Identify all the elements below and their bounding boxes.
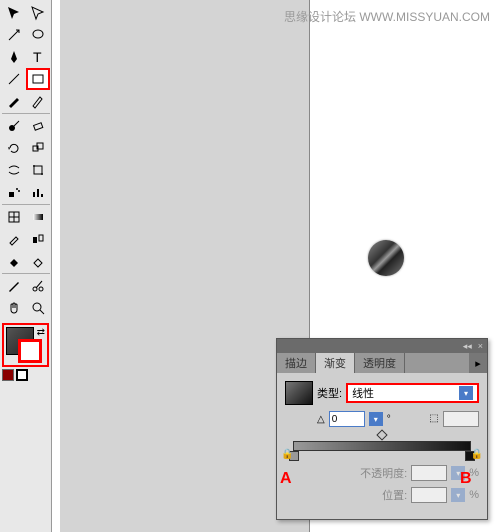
tool-free-transform[interactable]	[26, 159, 50, 181]
tool-pen[interactable]	[2, 46, 26, 68]
tool-rotate[interactable]	[2, 137, 26, 159]
tool-scissors[interactable]	[26, 275, 50, 297]
midpoint-diamond-icon[interactable]	[376, 429, 387, 440]
tool-line[interactable]	[2, 68, 26, 90]
opacity-label: 不透明度:	[285, 465, 407, 481]
tool-selection[interactable]	[2, 2, 26, 24]
gradient-panel: ◂◂ × 描边 渐变 透明度 ▸ 类型: 线性 ▾ △ 0 ▾ ° ⬚	[276, 338, 488, 520]
screw-object[interactable]	[368, 240, 404, 276]
angle-field[interactable]: 0	[329, 411, 365, 427]
tab-transparency[interactable]: 透明度	[355, 353, 405, 373]
angle-icon: △	[317, 414, 325, 425]
panel-tabs: 描边 渐变 透明度 ▸	[277, 353, 487, 373]
stroke-swatch[interactable]	[18, 339, 42, 363]
tool-type[interactable]: T	[26, 46, 50, 68]
tool-gradient[interactable]	[26, 206, 50, 228]
tool-hand[interactable]	[2, 297, 26, 319]
swap-icon[interactable]: ⇄	[37, 327, 45, 338]
tool-live-paint[interactable]	[2, 250, 26, 272]
tool-eraser[interactable]	[26, 115, 50, 137]
lock-right-icon[interactable]: 🔒	[471, 449, 483, 460]
location-field	[411, 487, 447, 503]
color-swatch-area: ⇄	[2, 323, 49, 367]
gradient-preview[interactable]	[285, 381, 313, 405]
degree-suffix: °	[387, 414, 391, 425]
tool-symbol-sprayer[interactable]	[2, 181, 26, 203]
mini-stroke[interactable]	[16, 369, 28, 381]
tool-blend[interactable]	[26, 228, 50, 250]
callout-a: A	[280, 470, 292, 488]
dropdown-icon[interactable]: ▾	[459, 386, 473, 400]
tool-blob[interactable]	[2, 115, 26, 137]
gradient-track[interactable]	[293, 441, 471, 451]
aspect-field	[443, 411, 479, 427]
location-dropdown-icon: ▾	[451, 488, 465, 502]
tab-gradient[interactable]: 渐变	[316, 353, 355, 373]
tool-direct-selection[interactable]	[26, 2, 50, 24]
tool-slice[interactable]	[2, 275, 26, 297]
tool-scale[interactable]	[26, 137, 50, 159]
artboard-grey	[60, 0, 310, 532]
tool-rectangle[interactable]	[26, 68, 50, 90]
angle-dropdown-icon[interactable]: ▾	[369, 412, 383, 426]
callout-b: B	[460, 470, 472, 488]
type-dropdown[interactable]: 线性 ▾	[346, 383, 479, 403]
location-unit: %	[469, 489, 479, 501]
tool-live-select[interactable]	[26, 250, 50, 272]
aspect-lock-icon[interactable]: ⬚	[427, 411, 441, 425]
toolbox: T ⇄	[0, 0, 52, 532]
panel-titlebar[interactable]: ◂◂ ×	[277, 339, 487, 353]
watermark: 思缘设计论坛 WWW.MISSYUAN.COM	[284, 8, 490, 25]
type-label: 类型:	[317, 385, 342, 401]
close-icon[interactable]: ×	[478, 341, 483, 351]
location-label: 位置:	[285, 487, 407, 503]
gradient-slider[interactable]: 🔒 🔒	[285, 435, 479, 457]
tool-paintbrush[interactable]	[2, 90, 26, 112]
mini-swatches	[2, 369, 49, 381]
collapse-icon[interactable]: ◂◂	[463, 341, 472, 352]
tool-mesh[interactable]	[2, 206, 26, 228]
lock-left-icon[interactable]: 🔒	[281, 449, 293, 460]
tool-warp[interactable]	[2, 159, 26, 181]
type-value: 线性	[352, 385, 374, 401]
panel-menu-icon[interactable]: ▸	[469, 353, 487, 373]
tool-zoom[interactable]	[26, 297, 50, 319]
tool-lasso[interactable]	[26, 24, 50, 46]
mini-fill[interactable]	[2, 369, 14, 381]
tool-pencil[interactable]	[26, 90, 50, 112]
svg-text:T: T	[33, 49, 42, 65]
opacity-field	[411, 465, 447, 481]
tool-graph[interactable]	[26, 181, 50, 203]
tool-magic-wand[interactable]	[2, 24, 26, 46]
tool-eyedropper[interactable]	[2, 228, 26, 250]
tab-stroke[interactable]: 描边	[277, 353, 316, 373]
